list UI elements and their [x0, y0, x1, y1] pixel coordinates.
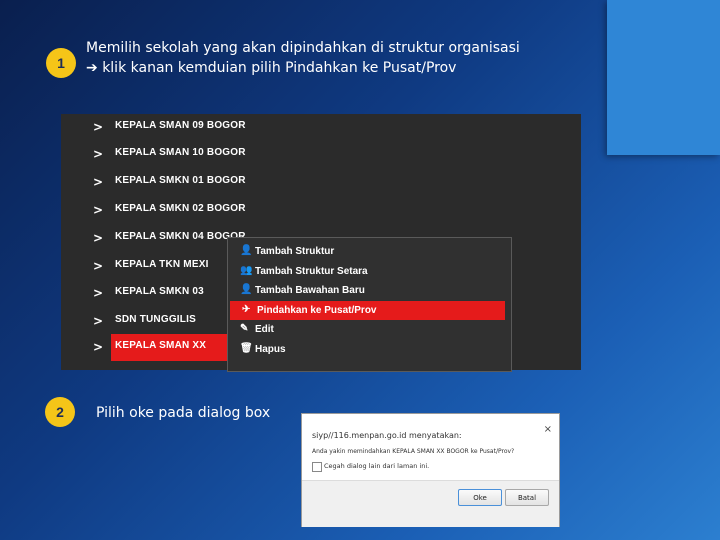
confirm-dialog: siyp//116.menpan.go.id menyatakan: × And…	[301, 413, 560, 527]
decorative-panel	[607, 0, 720, 155]
dialog-title: siyp//116.menpan.go.id menyatakan:	[312, 431, 462, 440]
chevron-right-icon: >	[93, 175, 104, 189]
step-1-badge: 1	[46, 48, 76, 78]
tree-item-label: KEPALA SMAN 10 BOGOR	[115, 147, 246, 158]
menu-item-hapus[interactable]: 🗑 Hapus	[228, 340, 505, 359]
step-2-caption: Pilih oke pada dialog box	[96, 405, 271, 421]
chevron-right-icon: >	[93, 340, 104, 354]
close-icon[interactable]: ×	[544, 424, 552, 435]
arrow-right-icon: ➔	[86, 60, 98, 76]
chevron-right-icon: >	[93, 120, 104, 134]
chevron-right-icon: >	[93, 314, 104, 328]
tree-item-label: KEPALA SMAN 09 BOGOR	[115, 120, 246, 131]
checkbox-label: Cegah dialog lain dari laman ini.	[324, 462, 430, 470]
menu-item-tambah-struktur-setara[interactable]: 👥 Tambah Struktur Setara	[228, 262, 505, 281]
tree-item-label: KEPALA SMKN 01 BOGOR	[115, 175, 246, 186]
menu-item-pindahkan-ke-pusat-prov[interactable]: ✈ Pindahkan ke Pusat/Prov	[230, 301, 505, 320]
trash-icon: 🗑	[240, 343, 253, 354]
menu-item-tambah-bawahan-baru[interactable]: 👤 Tambah Bawahan Baru	[228, 281, 505, 300]
menu-item-label: Tambah Struktur Setara	[255, 266, 368, 277]
chevron-right-icon: >	[93, 286, 104, 300]
menu-item-edit[interactable]: ✎ Edit	[228, 320, 505, 339]
tree-item-label: SDN TUNGGILIS	[115, 314, 196, 325]
tree-item-label: KEPALA SMAN XX	[115, 340, 207, 351]
chevron-right-icon: >	[93, 147, 104, 161]
tree-item[interactable]: > KEPALA SMAN 09 BOGOR	[61, 114, 581, 141]
context-menu: 👤 Tambah Struktur 👥 Tambah Struktur Setara…	[227, 237, 512, 372]
chevron-right-icon: >	[93, 259, 104, 273]
step-1-line2-text: klik kanan kemduian pilih Pindahkan ke P…	[102, 60, 457, 76]
step-1-line2: ➔ klik kanan kemduian pilih Pindahkan ke…	[86, 58, 520, 78]
prevent-dialog-checkbox[interactable]	[312, 462, 322, 472]
tree-item[interactable]: > KEPALA SMAN 10 BOGOR	[61, 141, 581, 168]
step-2-badge: 2	[45, 397, 75, 427]
ok-button[interactable]: Oke	[458, 489, 502, 506]
menu-item-label: Edit	[255, 324, 274, 335]
pencil-icon: ✎	[240, 323, 249, 334]
users-icon: 👥	[240, 265, 253, 276]
tree-item-label: KEPALA TKN MEXI	[115, 259, 209, 270]
step-1-caption: Memilih sekolah yang akan dipindahkan di…	[86, 38, 520, 78]
menu-item-label: Pindahkan ke Pusat/Prov	[257, 305, 377, 316]
cancel-button[interactable]: Batal	[505, 489, 549, 506]
menu-item-label: Hapus	[255, 344, 286, 355]
step-1-line1: Memilih sekolah yang akan dipindahkan di…	[86, 40, 520, 56]
user-plus-icon: 👤	[240, 284, 253, 295]
send-icon: ✈	[242, 304, 251, 315]
tree-item[interactable]: > KEPALA SMKN 02 BOGOR	[61, 197, 581, 224]
user-icon: 👤	[240, 245, 253, 256]
chevron-right-icon: >	[93, 231, 104, 245]
menu-item-tambah-struktur[interactable]: 👤 Tambah Struktur	[228, 242, 505, 261]
tree-item[interactable]: > KEPALA SMKN 01 BOGOR	[61, 169, 581, 196]
dialog-message: Anda yakin memindahkan KEPALA SMAN XX BO…	[312, 448, 515, 455]
chevron-right-icon: >	[93, 203, 104, 217]
dialog-footer: Oke Batal	[302, 480, 559, 527]
menu-item-label: Tambah Bawahan Baru	[255, 285, 365, 296]
tree-item-label: KEPALA SMKN 02 BOGOR	[115, 203, 246, 214]
tree-item-label: KEPALA SMKN 03	[115, 286, 204, 297]
menu-item-label: Tambah Struktur	[255, 246, 335, 257]
